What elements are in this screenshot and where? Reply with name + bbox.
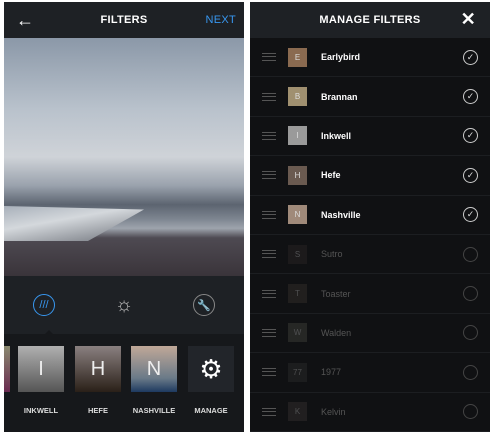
page-title: FILTERS [100, 14, 148, 26]
filter-name: Kelvin [321, 406, 346, 417]
arrow-left-icon[interactable]: ← [16, 10, 34, 31]
filter-name: Walden [321, 327, 352, 338]
filter-thumbnail: I [288, 126, 307, 146]
photo-preview [4, 38, 244, 276]
checkmark-icon[interactable]: ✓ [463, 207, 478, 223]
filter-row: N Nashville ✓ [250, 196, 490, 235]
drag-handle-icon[interactable] [262, 53, 276, 62]
filter-row: T Toaster ✓ [250, 274, 490, 314]
filter-name: Sutro [321, 249, 343, 260]
page-title: MANAGE FILTERS [319, 14, 421, 26]
filter-row: S Sutro ✓ [250, 235, 490, 275]
filters-screen: ← FILTERS NEXT /// ☼ 🔧 I INKWELL H HEFE … [4, 2, 244, 432]
filter-name: Nashville [321, 209, 361, 220]
filter-thumb-inkwell[interactable]: I [18, 346, 64, 392]
filter-name: 1977 [321, 367, 342, 378]
filter-row: 77 1977 ✓ [250, 353, 490, 393]
checkmark-icon[interactable]: ✓ [463, 128, 478, 144]
filter-thumbnail: N [288, 205, 307, 225]
manage-filters-screen: MANAGE FILTERS ✕ E Earlybird ✓ B Brannan… [250, 2, 490, 432]
drag-handle-icon[interactable] [262, 250, 276, 259]
wrench-icon[interactable]: 🔧 [193, 294, 215, 316]
drag-handle-icon[interactable] [262, 210, 276, 219]
filter-name: Earlybird [321, 52, 361, 63]
filter-row: B Brannan ✓ [250, 77, 490, 117]
manage-button[interactable]: ⚙ [188, 346, 234, 392]
header: MANAGE FILTERS ✕ [250, 2, 490, 38]
filter-thumbnail: K [288, 402, 307, 422]
drag-handle-icon[interactable] [262, 131, 276, 140]
checkmark-icon[interactable]: ✓ [463, 49, 478, 65]
drag-handle-icon[interactable] [262, 171, 276, 180]
filter-thumb-hefe[interactable]: H [75, 346, 121, 392]
filter-thumb-nashville[interactable]: N [131, 346, 177, 392]
empty-circle-icon[interactable]: ✓ [463, 246, 478, 262]
filter-label: MANAGE [194, 406, 228, 415]
gear-icon: ⚙ [199, 353, 223, 384]
filter-name: Inkwell [321, 130, 352, 141]
empty-circle-icon[interactable]: ✓ [463, 404, 478, 420]
filter-thumbnail: E [288, 47, 307, 67]
filter-thumbnail: 77 [288, 362, 307, 382]
filter-row: W Walden ✓ [250, 314, 490, 354]
drag-handle-icon[interactable] [262, 289, 276, 298]
filter-row: E Earlybird ✓ [250, 38, 490, 78]
filter-name: Toaster [321, 288, 351, 299]
drag-handle-icon[interactable] [262, 368, 276, 377]
drag-handle-icon[interactable] [262, 328, 276, 337]
filter-icon[interactable]: /// [33, 294, 55, 316]
close-icon[interactable]: ✕ [461, 9, 476, 30]
filter-list: E Earlybird ✓ B Brannan ✓ I Inkwell ✓ H … [250, 38, 490, 432]
filter-row: H Hefe ✓ [250, 156, 490, 196]
filter-thumbnail: T [288, 284, 307, 304]
filter-thumbnail: S [288, 244, 307, 264]
empty-circle-icon[interactable]: ✓ [463, 364, 478, 380]
filter-thumbnail: B [288, 87, 307, 107]
drag-handle-icon[interactable] [262, 407, 276, 416]
filter-thumbnail: W [288, 323, 307, 343]
empty-circle-icon[interactable]: ✓ [463, 286, 478, 302]
filter-thumbnail: H [288, 165, 307, 185]
filter-row: K Kelvin ✓ [250, 393, 490, 432]
tool-bar: /// ☼ 🔧 [4, 276, 244, 335]
filter-strip: I INKWELL H HEFE N NASHVILLE ⚙ MANAGE [4, 334, 244, 432]
filter-thumb-partial[interactable] [4, 346, 10, 392]
checkmark-icon[interactable]: ✓ [463, 89, 478, 105]
empty-circle-icon[interactable]: ✓ [463, 325, 478, 341]
checkmark-icon[interactable]: ✓ [463, 167, 478, 183]
drag-handle-icon[interactable] [262, 92, 276, 101]
next-button[interactable]: NEXT [205, 14, 236, 26]
filter-name: Hefe [321, 170, 341, 181]
filter-row: I Inkwell ✓ [250, 117, 490, 157]
brightness-icon[interactable]: ☼ [113, 294, 135, 316]
header: ← FILTERS NEXT [4, 2, 244, 38]
filter-name: Brannan [321, 91, 358, 102]
